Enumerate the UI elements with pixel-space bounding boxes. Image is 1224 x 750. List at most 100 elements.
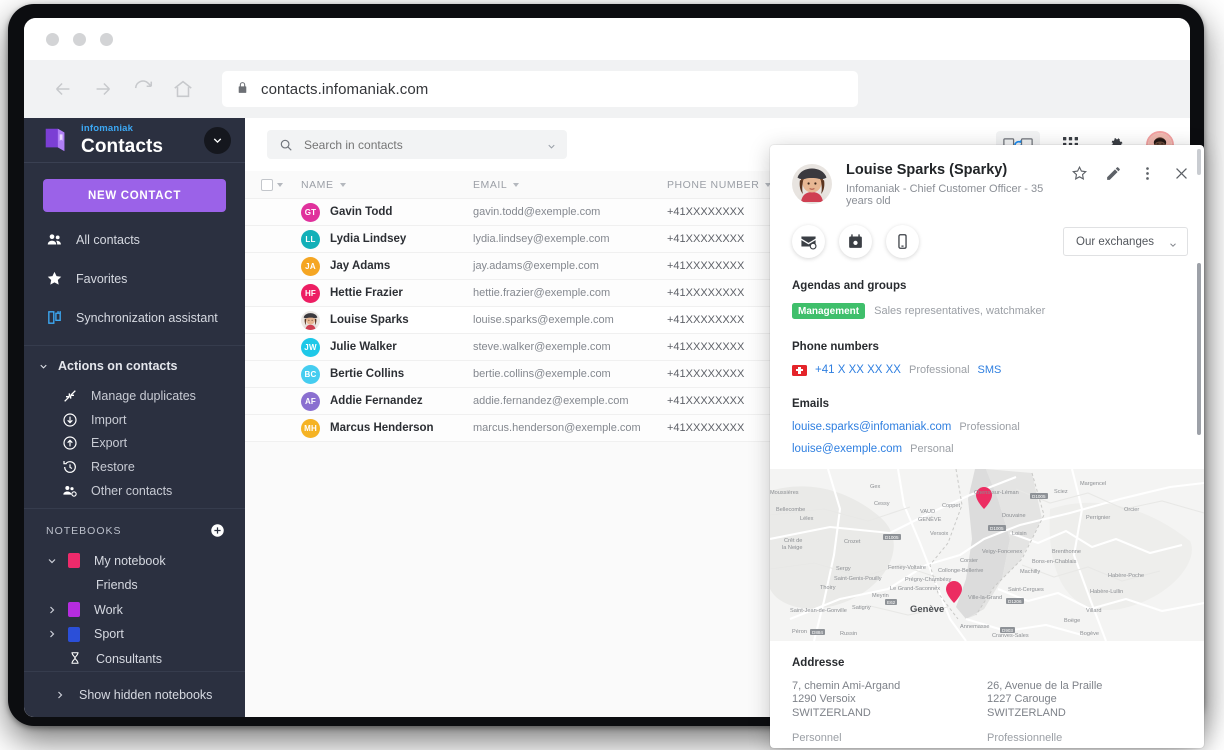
- address-kind: Personnel: [792, 732, 842, 745]
- notebook-friends[interactable]: Friends: [24, 573, 245, 598]
- contact-name: Louise Sparks (Sparky): [846, 162, 1008, 178]
- new-contact-button[interactable]: NEW CONTACT: [43, 179, 226, 212]
- address-columns: 7, chemin Ami-Argand 1290 Versoix SWITZE…: [792, 680, 1182, 744]
- call-mobile-button[interactable]: [886, 225, 919, 258]
- actions-on-contacts-label: Actions on contacts: [58, 359, 178, 373]
- arrow-left-icon[interactable]: [52, 78, 74, 100]
- sidebar-item-restore[interactable]: Restore: [24, 455, 245, 479]
- search-input[interactable]: [304, 137, 535, 152]
- emails-section: Emails louise.sparks@infomaniak.com Prof…: [792, 398, 1182, 455]
- notebook-color-swatch: [68, 626, 80, 642]
- show-hidden-notebooks-label: Show hidden notebooks: [79, 687, 213, 702]
- panel-scrollbar-thumb[interactable]: [1197, 263, 1201, 435]
- lock-icon: [236, 81, 249, 97]
- page-title: Contacts: [81, 135, 164, 157]
- chevron-down-icon[interactable]: [546, 139, 557, 150]
- sidebar-item-synchronization-assistant[interactable]: Synchronization assistant: [24, 304, 245, 331]
- show-hidden-notebooks-button[interactable]: Show hidden notebooks: [24, 671, 245, 717]
- download-circle-icon: [62, 412, 78, 428]
- search-box[interactable]: [267, 130, 567, 159]
- email-address[interactable]: louise@exemple.com: [792, 443, 902, 455]
- merge-arrows-icon: [62, 388, 78, 404]
- actions-on-contacts-header[interactable]: Actions on contacts: [24, 346, 245, 384]
- notebook-sport[interactable]: Sport: [24, 622, 245, 647]
- notebook-work[interactable]: Work: [24, 598, 245, 623]
- select-all-checkbox[interactable]: [261, 178, 273, 191]
- email-address[interactable]: louise.sparks@infomaniak.com: [792, 421, 951, 433]
- send-email-button[interactable]: [792, 225, 825, 258]
- section-title: Phone numbers: [792, 341, 879, 353]
- sidebar-item-label: Restore: [91, 459, 135, 474]
- url-text: contacts.infomaniak.com: [261, 80, 429, 98]
- select-all-cell[interactable]: [257, 178, 301, 191]
- notebooks-label: NOTEBOOKS: [46, 524, 122, 537]
- address-line: 1290 Versoix: [792, 693, 856, 706]
- map-pin-geneve[interactable]: [946, 581, 962, 603]
- window-maximize-dot[interactable]: [100, 32, 113, 46]
- chevron-right-icon: [46, 628, 58, 640]
- close-button[interactable]: [1173, 165, 1190, 182]
- notebook-color-swatch: [68, 602, 80, 618]
- sidebar-item-import[interactable]: Import: [24, 408, 245, 432]
- panel-scrollbar-thumb-top[interactable]: [1197, 149, 1201, 175]
- more-options-button[interactable]: [1139, 165, 1156, 182]
- mobile-phone-icon: [898, 234, 907, 249]
- sidebar-item-all-contacts[interactable]: All contacts: [24, 226, 245, 253]
- map-label: Bogève: [1080, 631, 1099, 637]
- chevron-down-icon[interactable]: [277, 182, 283, 187]
- chevron-right-icon: [54, 689, 66, 701]
- address-map[interactable]: Moussières Bellecombe Lélex Crêt de la N…: [770, 469, 1204, 641]
- star-icon: [46, 270, 63, 287]
- sidebar-item-label: Manage duplicates: [91, 388, 196, 403]
- reload-icon[interactable]: [132, 78, 154, 100]
- hourglass-icon: [68, 651, 82, 667]
- chevron-down-icon[interactable]: [204, 126, 231, 154]
- map-label: Chens-sur-Léman: [974, 490, 1019, 496]
- window-minimize-dot[interactable]: [73, 32, 86, 46]
- email-type-label: Professional: [959, 421, 1020, 433]
- notebook-my-notebook[interactable]: My notebook: [24, 548, 245, 573]
- section-title: Emails: [792, 398, 830, 410]
- home-icon[interactable]: [172, 78, 194, 100]
- row-name-cell: LL Lydia Lindsey: [301, 229, 473, 249]
- notebook-label: Work: [94, 602, 123, 617]
- status-badge: Management: [792, 303, 866, 319]
- map-label: Margencel: [1080, 481, 1107, 487]
- contact-avatar: [792, 164, 832, 204]
- map-label: Gex: [870, 484, 881, 490]
- sms-link[interactable]: SMS: [978, 364, 1002, 376]
- map-label: Saint-Genis-Pouilly: [834, 576, 882, 582]
- window-close-dot[interactable]: [46, 32, 59, 46]
- contact-name: Louise Sparks: [330, 314, 409, 326]
- add-notebook-icon[interactable]: [210, 523, 225, 538]
- sidebar-item-manage-duplicates[interactable]: Manage duplicates: [24, 384, 245, 408]
- edit-button[interactable]: [1105, 165, 1122, 182]
- groups-row: Management Sales representatives, watchm…: [792, 303, 1182, 319]
- favorite-star-button[interactable]: [1071, 165, 1088, 182]
- sidebar-item-label: Export: [91, 436, 128, 451]
- row-name-cell: JW Julie Walker: [301, 337, 473, 357]
- sidebar-item-other-contacts[interactable]: Other contacts: [24, 479, 245, 503]
- people-gear-icon: [62, 483, 78, 499]
- arrow-right-icon[interactable]: [92, 78, 114, 100]
- map-label: Coppet: [942, 503, 961, 509]
- our-exchanges-dropdown[interactable]: Our exchanges: [1063, 227, 1188, 256]
- sidebar-item-label: Synchronization assistant: [76, 310, 218, 325]
- column-label: PHONE NUMBER: [667, 178, 760, 191]
- column-header-name[interactable]: NAME: [301, 179, 473, 191]
- contact-initials-avatar: LL: [301, 229, 320, 249]
- map-label: Sergy: [836, 566, 851, 572]
- map-label: Perrignier: [1086, 515, 1111, 521]
- quick-actions-row: Our exchanges: [770, 207, 1204, 258]
- address-bar[interactable]: contacts.infomaniak.com: [222, 71, 858, 107]
- calendar-icon: [849, 234, 862, 248]
- schedule-event-button[interactable]: [839, 225, 872, 258]
- row-name-cell: JA Jay Adams: [301, 256, 473, 276]
- phone-number[interactable]: +41 X XX XX XX: [815, 364, 901, 376]
- notebook-consultants[interactable]: Consultants: [24, 647, 245, 672]
- row-name-cell: GT Gavin Todd: [301, 202, 473, 222]
- sidebar-item-favorites[interactable]: Favorites: [24, 265, 245, 292]
- column-header-email[interactable]: EMAIL: [473, 179, 667, 191]
- sidebar-item-export[interactable]: Export: [24, 431, 245, 455]
- address-personal: 7, chemin Ami-Argand 1290 Versoix SWITZE…: [792, 680, 987, 744]
